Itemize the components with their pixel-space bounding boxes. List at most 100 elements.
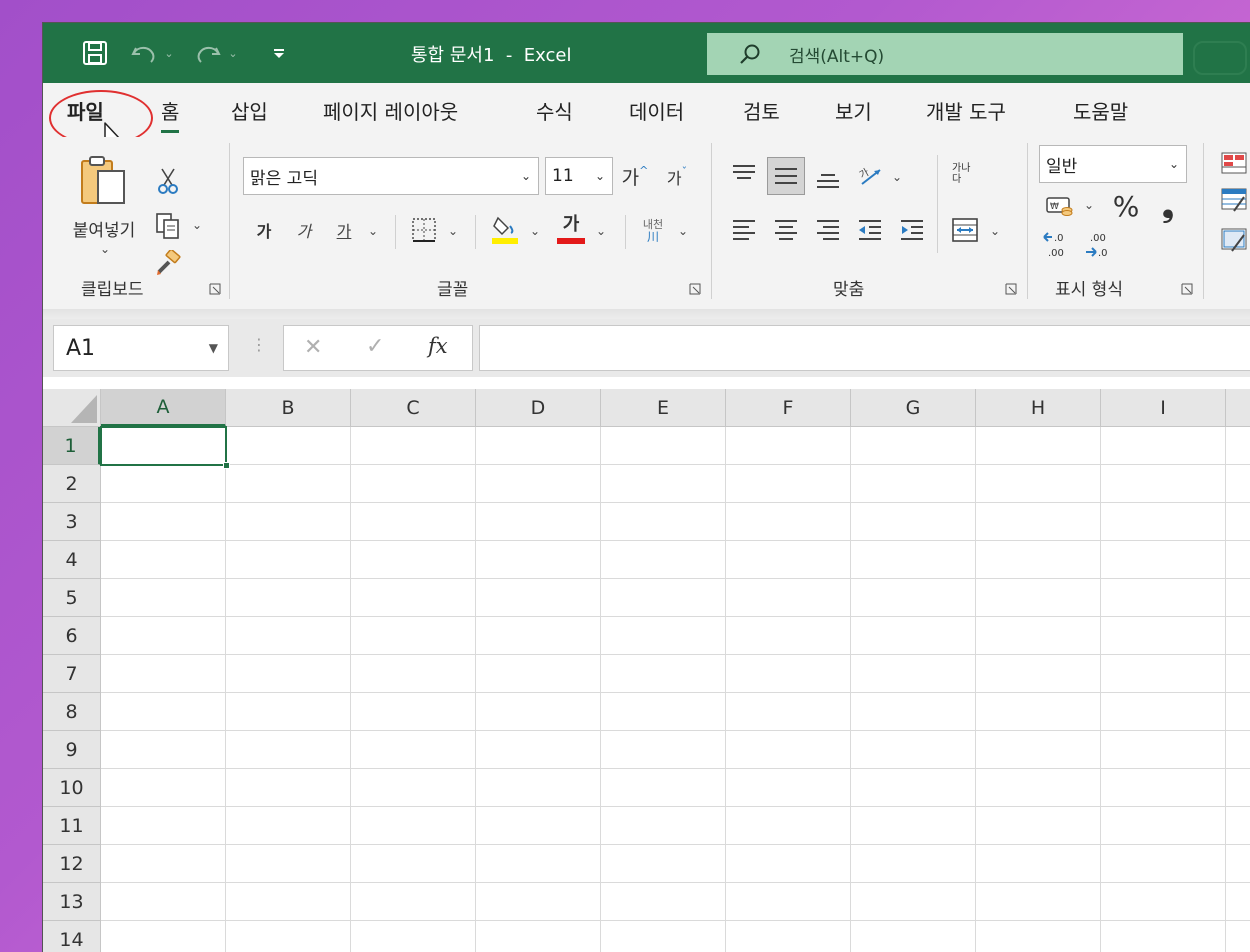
cell-area[interactable] (101, 427, 1250, 952)
font-size-select[interactable]: 11 ⌄ (545, 157, 613, 195)
select-all-corner[interactable] (43, 389, 101, 427)
cell-styles-icon[interactable] (1219, 225, 1249, 255)
align-top-icon[interactable] (727, 157, 761, 191)
redo-icon[interactable] (193, 37, 223, 69)
orientation-dropdown-icon[interactable]: ⌄ (889, 169, 905, 185)
row-header-11[interactable]: 11 (43, 807, 101, 845)
font-color-button[interactable]: 가 (555, 213, 587, 247)
formula-input[interactable] (479, 325, 1250, 371)
tab-home[interactable]: 홈 (161, 96, 180, 133)
row-header-1[interactable]: 1 (43, 427, 101, 465)
row-header-2[interactable]: 2 (43, 465, 101, 503)
cut-icon[interactable] (155, 167, 181, 195)
column-header-d[interactable]: D (476, 389, 601, 427)
phonetic-dropdown-icon[interactable]: ⌄ (675, 223, 691, 239)
column-header-f[interactable]: F (726, 389, 851, 427)
italic-button[interactable]: 가 (289, 213, 319, 247)
row-header-7[interactable]: 7 (43, 655, 101, 693)
paste-dropdown-icon[interactable]: ⌄ (95, 241, 115, 257)
tab-help[interactable]: 도움말 (1073, 96, 1128, 125)
clipboard-launcher-icon[interactable] (209, 283, 221, 295)
tab-page-layout[interactable]: 페이지 레이아웃 (323, 96, 458, 125)
align-middle-icon[interactable] (767, 157, 805, 195)
conditional-formatting-icon[interactable] (1219, 149, 1249, 177)
alignment-launcher-icon[interactable] (1005, 283, 1017, 295)
tab-data[interactable]: 데이터 (629, 96, 684, 125)
merge-center-icon[interactable] (949, 215, 981, 245)
decrease-font-size-button[interactable]: 가ˇ (661, 161, 693, 193)
tab-insert[interactable]: 삽입 (231, 96, 268, 125)
column-header-g[interactable]: G (851, 389, 976, 427)
increase-decimal-icon[interactable]: .0.00 (1041, 229, 1075, 263)
copy-icon[interactable] (153, 211, 183, 241)
font-name-select[interactable]: 맑은 고딕 ⌄ (243, 157, 539, 195)
fill-color-dropdown-icon[interactable]: ⌄ (527, 223, 543, 239)
number-format-select[interactable]: 일반 ⌄ (1039, 145, 1187, 183)
comma-style-button[interactable]: ❟ (1153, 189, 1183, 224)
paste-icon[interactable] (77, 153, 133, 209)
row-header-3[interactable]: 3 (43, 503, 101, 541)
name-box[interactable]: A1 ▼ (53, 325, 229, 371)
customize-quick-access-icon[interactable] (269, 37, 289, 69)
row-header-9[interactable]: 9 (43, 731, 101, 769)
column-header-e[interactable]: E (601, 389, 726, 427)
tab-developer[interactable]: 개발 도구 (926, 96, 1006, 125)
phonetic-guide-button[interactable]: 내천 川 (637, 215, 669, 247)
tab-file[interactable]: 파일 (67, 96, 104, 125)
align-center-icon[interactable] (769, 213, 803, 247)
underline-button[interactable]: 가 (329, 213, 359, 247)
row-header-10[interactable]: 10 (43, 769, 101, 807)
underline-dropdown-icon[interactable]: ⌄ (365, 223, 381, 239)
accounting-format-icon[interactable]: ₩ (1043, 191, 1077, 221)
format-as-table-icon[interactable] (1219, 185, 1249, 215)
row-header-8[interactable]: 8 (43, 693, 101, 731)
copy-dropdown-icon[interactable]: ⌄ (189, 217, 205, 233)
enter-button[interactable]: ✓ (366, 334, 384, 359)
undo-icon[interactable] (129, 37, 159, 69)
increase-font-size-button[interactable]: 가 ^ (619, 159, 651, 193)
borders-dropdown-icon[interactable]: ⌄ (445, 223, 461, 239)
merge-dropdown-icon[interactable]: ⌄ (987, 223, 1003, 239)
font-launcher-icon[interactable] (689, 283, 701, 295)
paste-label[interactable]: 붙여넣기 (59, 215, 149, 241)
format-painter-icon[interactable] (153, 249, 183, 277)
decrease-decimal-icon[interactable]: .00.0 (1083, 229, 1117, 263)
bold-button[interactable]: 가 (249, 213, 279, 247)
save-icon[interactable] (79, 37, 111, 69)
cancel-button[interactable]: ✕ (304, 335, 322, 360)
undo-dropdown-icon[interactable]: ⌄ (161, 37, 177, 69)
tab-review[interactable]: 검토 (743, 96, 780, 125)
font-color-dropdown-icon[interactable]: ⌄ (593, 223, 609, 239)
row-header-13[interactable]: 13 (43, 883, 101, 921)
number-launcher-icon[interactable] (1181, 283, 1193, 295)
increase-indent-icon[interactable] (895, 213, 929, 247)
row-header-12[interactable]: 12 (43, 845, 101, 883)
drag-handle-icon[interactable]: ⋮ (251, 335, 267, 354)
tab-view[interactable]: 보기 (835, 96, 872, 125)
wrap-text-button[interactable]: 가나다 (947, 157, 981, 191)
row-header-6[interactable]: 6 (43, 617, 101, 655)
insert-function-button[interactable]: fx (428, 334, 448, 358)
decrease-indent-icon[interactable] (853, 213, 887, 247)
fill-color-icon[interactable] (489, 213, 521, 247)
active-cell-a1[interactable] (100, 426, 227, 466)
row-header-5[interactable]: 5 (43, 579, 101, 617)
borders-icon[interactable] (409, 215, 439, 245)
column-header-partial[interactable] (1226, 389, 1250, 427)
redo-dropdown-icon[interactable]: ⌄ (225, 37, 241, 69)
align-left-icon[interactable] (727, 213, 761, 247)
column-header-h[interactable]: H (976, 389, 1101, 427)
column-header-i[interactable]: I (1101, 389, 1226, 427)
row-header-4[interactable]: 4 (43, 541, 101, 579)
accounting-dropdown-icon[interactable]: ⌄ (1081, 197, 1097, 213)
row-header-14[interactable]: 14 (43, 921, 101, 952)
tab-formulas[interactable]: 수식 (536, 96, 573, 125)
search-box[interactable]: 검색(Alt+Q) (707, 33, 1183, 75)
percent-button[interactable]: % (1109, 189, 1143, 223)
column-header-b[interactable]: B (226, 389, 351, 427)
fill-handle[interactable] (223, 462, 230, 469)
column-header-c[interactable]: C (351, 389, 476, 427)
column-header-a[interactable]: A (101, 389, 226, 427)
orientation-icon[interactable]: 가 (853, 159, 889, 191)
align-bottom-icon[interactable] (811, 159, 845, 195)
